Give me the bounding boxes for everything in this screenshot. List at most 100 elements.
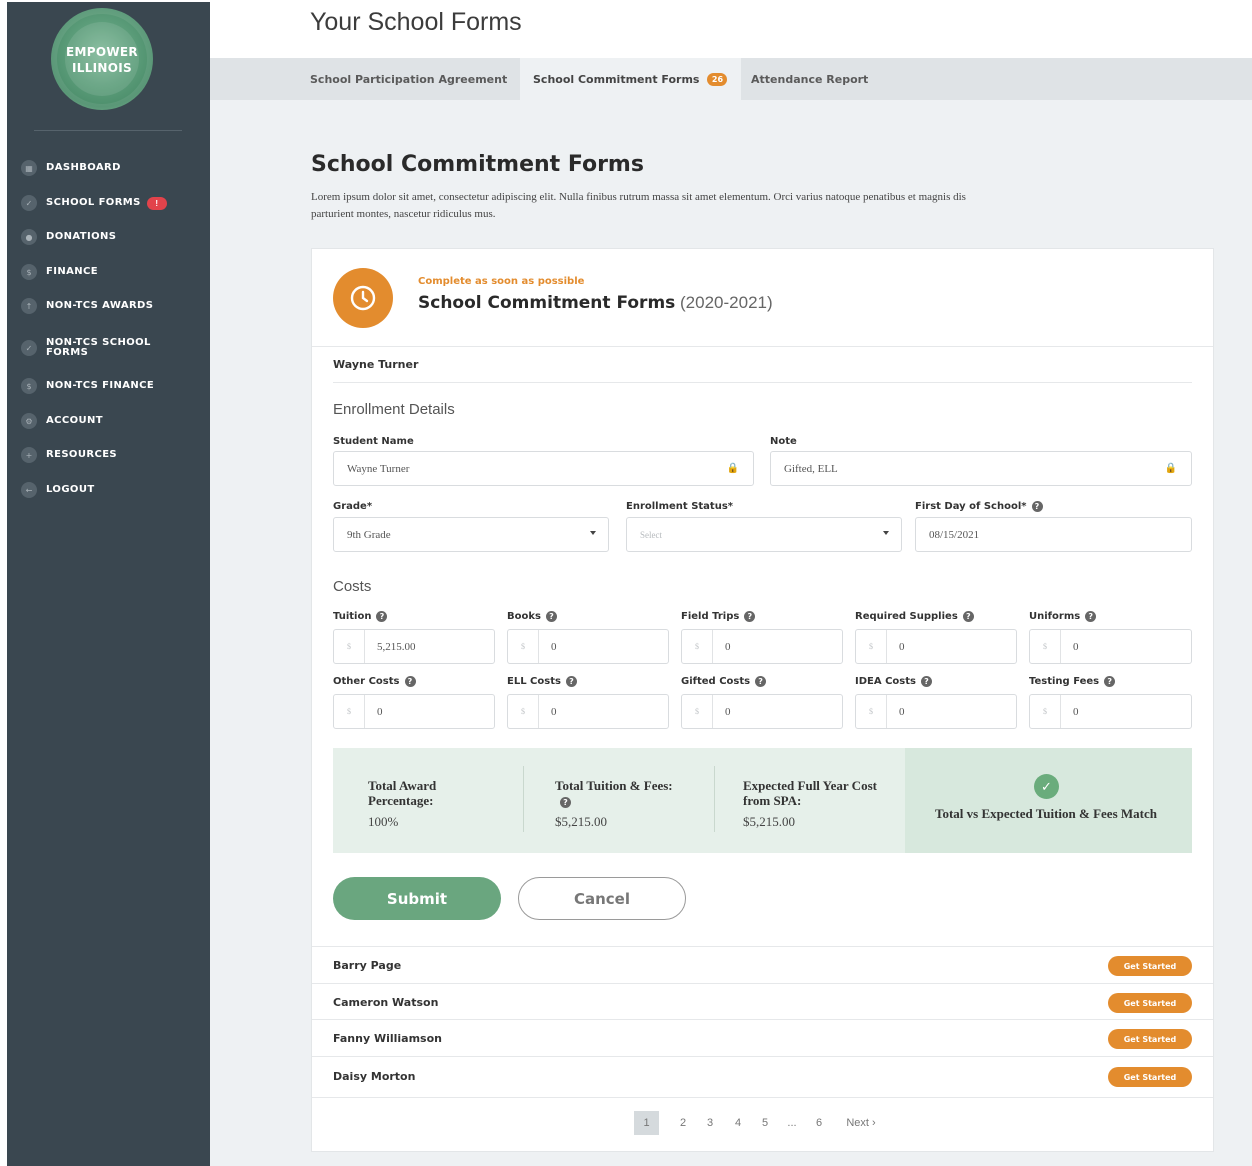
page-button-6[interactable]: 6 — [813, 1111, 825, 1135]
ell-costs-label: ELL Costs? — [507, 676, 577, 687]
testing-fees-input[interactable]: $0 — [1029, 694, 1192, 729]
student-row-name: Cameron Watson — [333, 996, 439, 1009]
help-icon[interactable]: ? — [404, 676, 416, 687]
cost-label: ELL Costs — [507, 676, 561, 687]
get-started-button[interactable]: Get Started — [1108, 1029, 1192, 1049]
currency-symbol: $ — [334, 695, 365, 728]
page-button-2[interactable]: 2 — [677, 1111, 689, 1135]
help-icon[interactable]: ? — [1104, 676, 1116, 687]
sidebar-item-finance[interactable]: $ FINANCE — [21, 263, 98, 281]
note-field[interactable]: Gifted, ELL 🔒 — [770, 451, 1192, 486]
page-button-3[interactable]: 3 — [704, 1111, 716, 1135]
required-supplies-input[interactable]: $0 — [855, 629, 1017, 664]
sidebar-item-resources[interactable]: + RESOURCES — [21, 446, 117, 464]
divider — [312, 1056, 1213, 1057]
get-started-button[interactable]: Get Started — [1108, 956, 1192, 976]
logo-line-1: EMPOWER — [66, 45, 138, 59]
help-icon[interactable]: ? — [962, 611, 974, 622]
page-ellipsis: ... — [787, 1117, 797, 1129]
sidebar-item-label: RESOURCES — [46, 449, 118, 460]
sidebar-item-logout[interactable]: ← LOGOUT — [21, 481, 95, 499]
enrollment-status-select[interactable]: Select — [626, 517, 902, 552]
help-icon[interactable]: ? — [1031, 501, 1043, 512]
help-icon[interactable]: ? — [376, 611, 388, 622]
page-button-5[interactable]: 5 — [759, 1111, 771, 1135]
help-icon[interactable]: ? — [545, 611, 557, 622]
enrollment-status-placeholder: Select — [640, 529, 662, 540]
student-name-field[interactable]: Wayne Turner 🔒 — [333, 451, 754, 486]
page-button-1[interactable]: 1 — [634, 1111, 659, 1135]
urgency-label: Complete as soon as possible — [418, 276, 585, 287]
cancel-button[interactable]: Cancel — [518, 877, 686, 920]
total-tuition-label: Total Tuition & Fees: ? — [555, 778, 685, 808]
total-tuition-value: $5,215.00 — [555, 814, 607, 829]
other-costs-input[interactable]: $0 — [333, 694, 495, 729]
total-award-value: 100% — [368, 814, 399, 829]
check-icon: ✓ — [21, 195, 37, 211]
tab-school-commitment-forms[interactable]: School Commitment Forms 26 — [520, 58, 742, 100]
cost-label: Other Costs — [333, 676, 400, 687]
submit-button[interactable]: Submit — [333, 877, 501, 920]
currency-symbol: $ — [682, 630, 713, 663]
cost-label: Uniforms — [1029, 611, 1081, 622]
form-title: School Commitment Forms (2020-2021) — [418, 293, 773, 313]
cost-value: 0 — [725, 640, 731, 653]
section-title: School Commitment Forms — [311, 152, 644, 177]
costs-heading: Costs — [333, 578, 372, 595]
divider — [312, 346, 1213, 347]
expected-cost-label: Expected Full Year Cost from SPA: — [743, 778, 877, 808]
cost-value: 5,215.00 — [377, 640, 416, 653]
summary-separator — [714, 766, 715, 832]
total-award-label: Total Award Percentage: — [368, 778, 437, 808]
note-value: Gifted, ELL — [784, 462, 838, 475]
idea-costs-input[interactable]: $0 — [855, 694, 1017, 729]
tab-school-participation-agreement[interactable]: School Participation Agreement — [310, 58, 507, 100]
uniforms-input[interactable]: $0 — [1029, 629, 1192, 664]
expected-cost-value: $5,215.00 — [743, 814, 795, 829]
first-day-field[interactable]: 08/15/2021 — [915, 517, 1192, 552]
help-icon[interactable]: ? — [755, 676, 767, 687]
tuition-label: Tuition? — [333, 611, 388, 622]
sidebar-item-non-tcs-school-forms[interactable]: ✓ NON-TCS SCHOOL FORMS — [21, 336, 151, 360]
enrollment-details-heading: Enrollment Details — [333, 401, 455, 418]
required-supplies-label: Required Supplies? — [855, 611, 974, 622]
sidebar-item-dashboard[interactable]: ▦ DASHBOARD — [21, 159, 121, 177]
books-input[interactable]: $0 — [507, 629, 669, 664]
page-button-4[interactable]: 4 — [732, 1111, 744, 1135]
sidebar-item-account[interactable]: ⚙ ACCOUNT — [21, 412, 103, 430]
help-icon[interactable]: ? — [565, 676, 577, 687]
dollar-icon: $ — [21, 264, 37, 280]
sidebar-item-label-line-2: FORMS — [46, 347, 89, 358]
tab-label: Attendance Report — [751, 72, 869, 86]
help-icon[interactable]: ? — [920, 676, 932, 687]
sidebar-divider — [34, 130, 182, 131]
help-icon[interactable]: ? — [744, 611, 756, 622]
gifted-costs-label: Gifted Costs? — [681, 676, 767, 687]
tab-bar: School Participation Agreement School Co… — [210, 58, 1252, 100]
currency-symbol: $ — [1030, 695, 1061, 728]
chevron-down-icon — [883, 531, 889, 535]
ell-costs-input[interactable]: $0 — [507, 694, 669, 729]
gifted-costs-input[interactable]: $0 — [681, 694, 843, 729]
form-year: (2020-2021) — [680, 293, 773, 312]
field-trips-input[interactable]: $0 — [681, 629, 843, 664]
help-icon[interactable]: ? — [1085, 611, 1097, 622]
student-row-name: Fanny Williamson — [333, 1032, 442, 1045]
cost-value: 0 — [551, 640, 557, 653]
tuition-input[interactable]: $5,215.00 — [333, 629, 495, 664]
dollar-icon: $ — [21, 378, 37, 394]
cost-value: 0 — [1073, 640, 1079, 653]
tab-attendance-report[interactable]: Attendance Report — [751, 58, 868, 100]
grade-select[interactable]: 9th Grade — [333, 517, 609, 552]
empower-illinois-logo[interactable]: EMPOWER ILLINOIS — [51, 8, 153, 110]
sidebar: EMPOWER ILLINOIS ▦ DASHBOARD ✓ SCHOOL FO… — [7, 2, 210, 1166]
get-started-button[interactable]: Get Started — [1108, 1067, 1192, 1087]
help-icon[interactable]: ? — [560, 797, 571, 808]
get-started-button[interactable]: Get Started — [1108, 993, 1192, 1013]
sidebar-item-non-tcs-finance[interactable]: $ NON-TCS FINANCE — [21, 377, 154, 395]
next-page-button[interactable]: Next › — [841, 1111, 881, 1135]
sidebar-item-school-forms[interactable]: ✓ SCHOOL FORMS ! — [21, 194, 167, 212]
sidebar-item-non-tcs-awards[interactable]: ↑ NON-TCS AWARDS — [21, 297, 153, 315]
sidebar-item-donations[interactable]: ● DONATIONS — [21, 228, 116, 246]
first-day-value: 08/15/2021 — [929, 528, 980, 541]
